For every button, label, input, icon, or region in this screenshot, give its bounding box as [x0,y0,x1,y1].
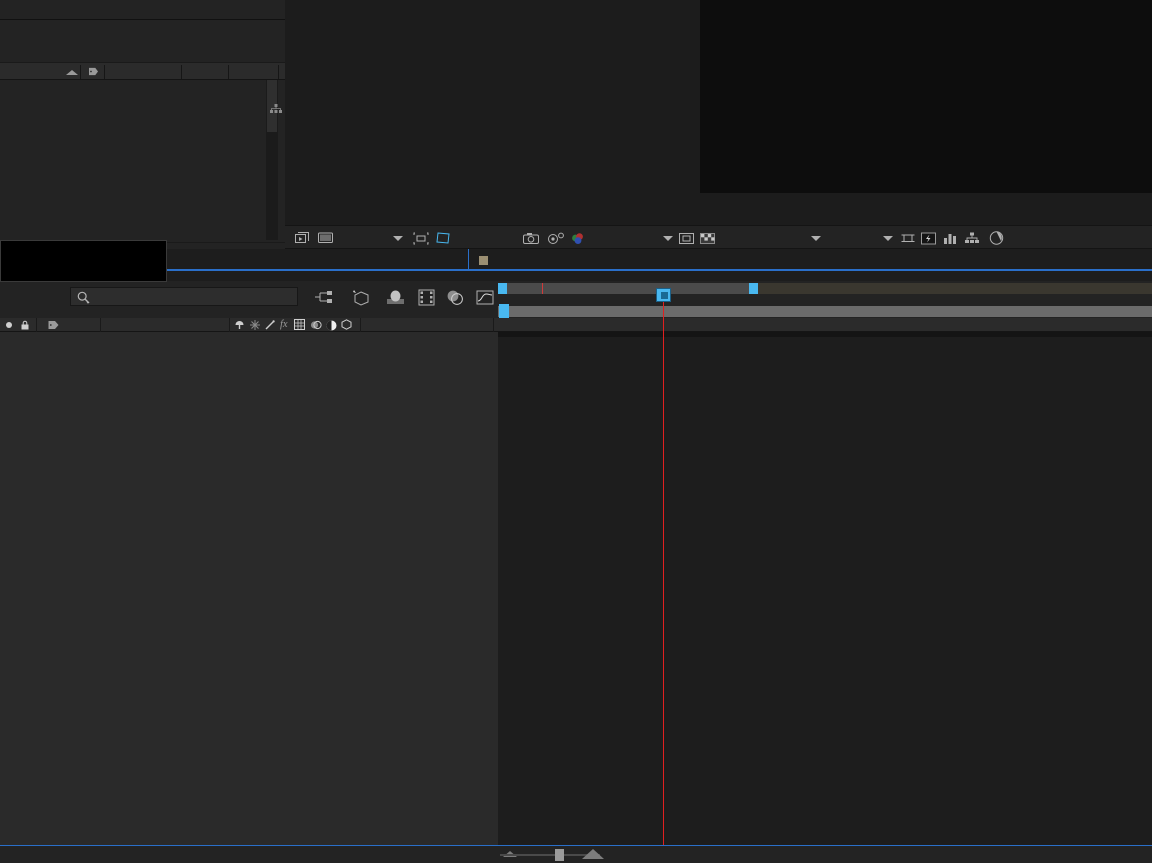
frame-blending-icon[interactable] [418,289,435,306]
audio-waveform-strip [0,0,285,20]
timeline-tool-icons[interactable] [308,286,494,310]
panel-tab-bar[interactable] [0,249,1152,271]
lens-blur-icon[interactable] [446,289,464,306]
work-area-start-handle[interactable] [498,283,507,294]
project-column-header[interactable] [0,62,285,80]
work-area-end-handle[interactable] [749,283,758,294]
adjustment-layer-icon[interactable] [326,320,337,331]
motion-blur-icon[interactable] [386,289,405,306]
work-area-bar[interactable] [498,283,1152,294]
frame-blend-col-icon[interactable] [294,319,305,330]
region-interest-toggle-icon[interactable] [679,226,694,250]
new-3d-renderer-icon[interactable] [350,288,372,307]
channel-rgb-icon[interactable] [570,226,586,250]
transparency-checker-icon[interactable] [700,226,715,250]
zoom-dropdown-caret[interactable] [393,226,403,250]
region-of-interest-icon[interactable] [413,226,429,250]
resolution-dropdown-caret[interactable] [663,226,673,250]
video-visibility-icon[interactable] [4,320,14,330]
project-item-list[interactable] [0,80,285,240]
composition-viewer[interactable] [285,0,1152,249]
project-panel[interactable] [0,20,285,260]
timeline-column-header[interactable]: fx [0,318,1152,332]
view-layout-dropdown-caret[interactable] [883,226,893,250]
comp-flowchart-icon[interactable] [965,226,979,250]
viewer-toolbar[interactable] [285,225,1152,249]
three-d-layer-icon[interactable] [341,319,352,330]
graph-editor-icon[interactable] [476,289,494,306]
comp-swatch-icon [479,255,488,265]
audio-waveform [0,0,78,9]
screenshot-size-tooltip [0,240,167,282]
label-color-icon[interactable] [48,320,59,330]
snapshot-camera-icon[interactable] [523,226,539,250]
hierarchy-icon [270,104,282,113]
show-snapshot-icon[interactable] [547,226,565,250]
collapse-transform-icon[interactable] [250,320,260,330]
work-area-row [498,304,1152,319]
lock-icon[interactable] [20,320,30,330]
quality-icon[interactable] [265,320,275,330]
graph-hierarchy-icon[interactable] [314,289,334,306]
tab-active-underline [0,269,1152,271]
pixel-aspect-icon[interactable] [901,226,915,250]
timeline-jump-icon[interactable] [943,226,958,250]
label-tag-icon[interactable] [88,67,99,76]
playhead-handle[interactable] [656,288,671,302]
playhead[interactable] [656,288,671,845]
tab-pic09[interactable] [468,249,505,271]
transparency-grid-icon[interactable] [435,226,451,250]
render-progress-bar [498,332,1152,337]
search-icon[interactable] [77,291,90,304]
exposure-icon[interactable] [989,226,1004,250]
camera-dropdown-caret[interactable] [811,226,821,250]
timeline-zoom-thumb[interactable] [555,849,564,861]
screenshot-hint-text [1,244,166,247]
motion-blur-col-icon[interactable] [310,320,322,330]
zoom-in-icon[interactable] [582,849,604,859]
composition-canvas[interactable] [700,0,1152,193]
monitor-icon[interactable] [318,226,333,250]
always-preview-icon[interactable] [295,226,310,250]
shy-icon[interactable] [234,320,245,330]
sort-ascending-icon[interactable] [66,70,78,75]
fast-preview-icon[interactable] [921,226,936,250]
work-area-left-cap[interactable] [499,304,509,319]
timeline-layer-area[interactable] [0,332,498,845]
layer-search-input[interactable] [70,287,298,306]
col-effects-fx[interactable]: fx [280,319,288,330]
timeline-bottom-bar[interactable] [0,845,1152,863]
